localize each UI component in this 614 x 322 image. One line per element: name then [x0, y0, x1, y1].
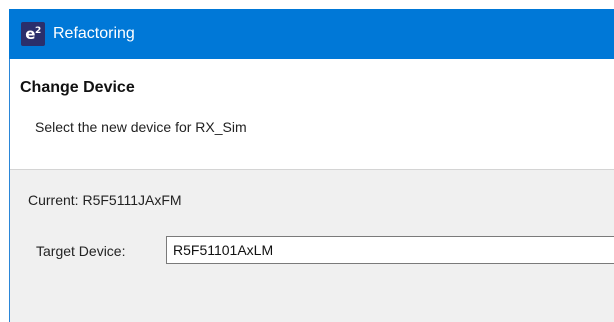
dialog-header: Change Device Select the new device for …	[10, 59, 614, 170]
window-title: Refactoring	[53, 25, 135, 42]
dialog-frame: e2 Refactoring Change Device Select the …	[0, 0, 614, 322]
current-device-text: Current: R5F5111JAxFM	[28, 192, 182, 208]
target-device-input[interactable]	[166, 236, 614, 264]
dialog-header-description: Select the new device for RX_Sim	[35, 119, 247, 135]
dialog-body: Change Device Select the new device for …	[9, 59, 614, 322]
title-bar[interactable]: e2 Refactoring	[9, 9, 614, 59]
target-device-label: Target Device:	[36, 243, 126, 259]
dialog-content: Current: R5F5111JAxFM Target Device:	[10, 170, 614, 322]
dialog-header-title: Change Device	[20, 79, 135, 96]
e2-studio-app-icon: e2	[21, 22, 45, 46]
